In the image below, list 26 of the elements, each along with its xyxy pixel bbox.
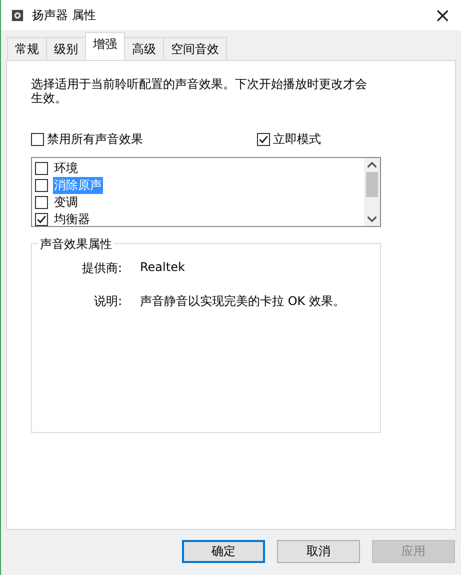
window-title: 扬声器 属性 [32,6,97,24]
property-value: Realtek [140,260,185,276]
speaker-icon [11,8,24,22]
tab[interactable]: 空间音效 [163,37,227,60]
checkbox-label[interactable]: 立即模式 [273,131,321,148]
property-value: 声音静音以实现完美的卡拉 OK 效果。 [140,293,345,310]
tab[interactable]: 增强 [85,32,125,60]
checkbox[interactable] [31,133,44,146]
property-label: 提供商: [80,260,122,277]
close-button[interactable]: × [434,5,451,25]
checkbox[interactable] [35,179,48,192]
dialog-button[interactable]: 确定 [182,540,265,563]
description-text: 选择适用于当前聆听配置的声音效果。下次开始播放时更改才会生效。 [31,77,368,105]
list-item[interactable]: 环境 [53,160,79,177]
property-label: 说明: [92,293,122,310]
scrollbar-thumb[interactable] [366,172,378,197]
checkbox-label[interactable]: 禁用所有声音效果 [47,131,143,148]
dialog-button[interactable]: 取消 [277,540,360,563]
list-item[interactable]: 变调 [53,194,79,211]
tab[interactable]: 常规 [7,37,47,60]
group-title: 声音效果属性 [38,236,114,253]
checkbox[interactable] [35,213,48,226]
checkbox[interactable] [257,133,270,146]
list-item[interactable]: 均衡器 [53,211,91,226]
checkbox[interactable] [35,196,48,209]
checkbox[interactable] [35,162,48,175]
